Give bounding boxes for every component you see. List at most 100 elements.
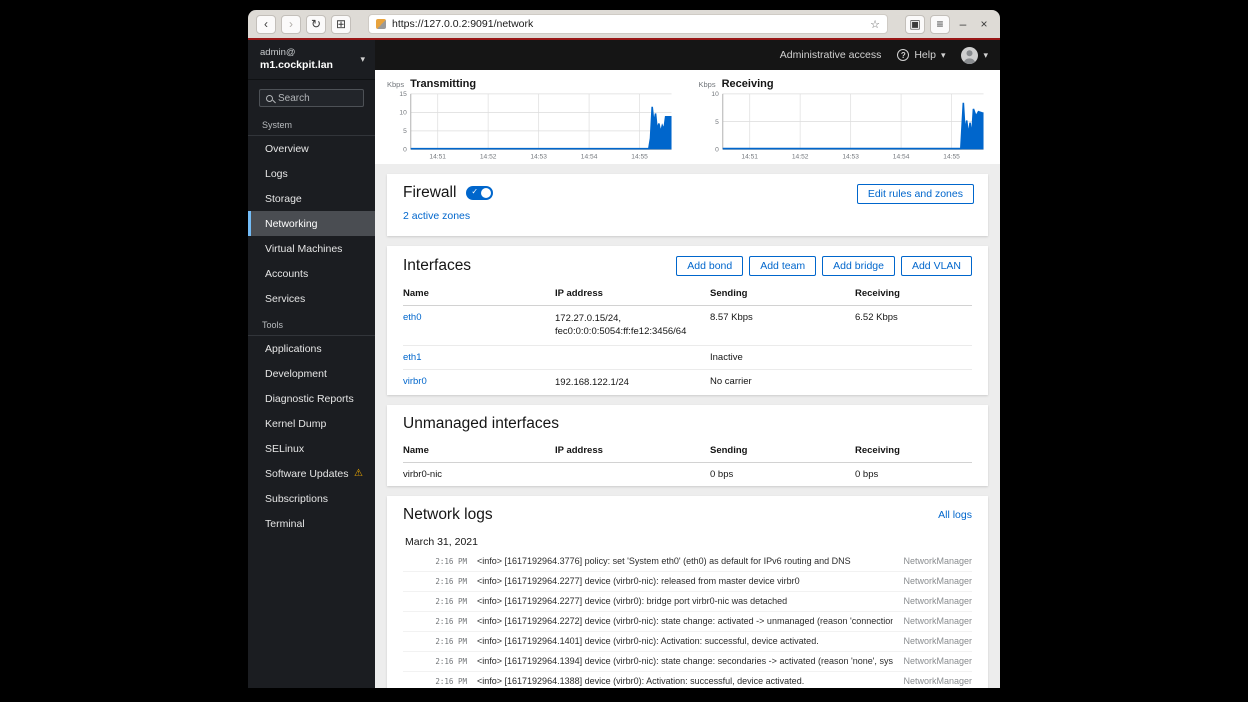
- warning-icon: ⚠: [354, 468, 363, 479]
- log-message: <info> [1617192964.1401] device (virbr0-…: [477, 636, 893, 646]
- reload-button[interactable]: ↻: [306, 15, 326, 34]
- sidebar-item[interactable]: SELinux ⚠: [248, 436, 375, 461]
- sidebar-item[interactable]: Networking ⚠: [248, 211, 375, 236]
- chart-unit-label: Kbps: [387, 80, 404, 89]
- session-menu[interactable]: ▾: [961, 47, 988, 64]
- log-date-header: March 31, 2021: [405, 536, 972, 548]
- chevron-down-icon: ▾: [360, 54, 365, 65]
- log-entry[interactable]: 2:16 PM <info> [1617192964.2277] device …: [403, 592, 972, 612]
- log-message: <info> [1617192964.2272] device (virbr0-…: [477, 616, 893, 626]
- help-menu[interactable]: ? Help ▾: [897, 49, 945, 61]
- interface-link[interactable]: eth1: [403, 352, 422, 363]
- user-menu[interactable]: admin@ m1.cockpit.lan ▾: [248, 40, 375, 80]
- nav-section: Tools Applications ⚠ Development: [248, 311, 375, 536]
- svg-text:0: 0: [715, 147, 719, 154]
- interfaces-title: Interfaces: [403, 257, 471, 275]
- back-icon: ‹: [264, 18, 268, 30]
- interface-link[interactable]: virbr0: [403, 376, 427, 387]
- networking-page: Kbps Transmitting 05101514:5114:5214:531…: [375, 70, 1000, 688]
- sidebar-item[interactable]: Subscriptions ⚠: [248, 486, 375, 511]
- interface-link[interactable]: eth0: [403, 312, 422, 323]
- reload-icon: ↻: [311, 18, 321, 30]
- log-message: <info> [1617192964.1394] device (virbr0-…: [477, 656, 893, 666]
- sidebar-item[interactable]: Overview ⚠: [248, 136, 375, 161]
- interface-sending: Inactive: [710, 352, 855, 363]
- unmanaged-interfaces-card: Unmanaged interfaces Name IP address Sen…: [387, 405, 988, 486]
- edit-rules-zones-button[interactable]: Edit rules and zones: [857, 184, 974, 204]
- administrative-access-indicator[interactable]: Administrative access: [780, 49, 882, 61]
- log-source: NetworkManager: [903, 556, 972, 566]
- minimize-button[interactable]: –: [955, 17, 971, 31]
- chevron-down-icon: ▾: [983, 50, 988, 61]
- log-message: <info> [1617192964.3776] policy: set 'Sy…: [477, 556, 893, 566]
- menu-icon: ≡: [936, 18, 943, 30]
- tab-overview-button[interactable]: ▣: [905, 15, 925, 34]
- log-entry[interactable]: 2:16 PM <info> [1617192964.2272] device …: [403, 612, 972, 632]
- search-icon: [266, 95, 273, 102]
- log-source: NetworkManager: [903, 656, 972, 666]
- transmitting-chart-plot: 05101514:5114:5214:5314:5414:55: [385, 90, 675, 162]
- log-source: NetworkManager: [903, 636, 972, 646]
- back-button[interactable]: ‹: [256, 15, 276, 34]
- hostname: m1.cockpit.lan: [260, 59, 360, 71]
- sidebar-item[interactable]: Accounts ⚠: [248, 261, 375, 286]
- active-zones-link[interactable]: 2 active zones: [403, 210, 470, 222]
- sidebar-item[interactable]: Services ⚠: [248, 286, 375, 311]
- avatar: [961, 47, 978, 64]
- new-tab-button[interactable]: ⊞: [331, 15, 351, 34]
- log-entry[interactable]: 2:16 PM <info> [1617192964.3776] policy:…: [403, 552, 972, 572]
- forward-button[interactable]: ›: [281, 15, 301, 34]
- site-security-icon[interactable]: [376, 19, 386, 29]
- sidebar: admin@ m1.cockpit.lan ▾ System: [248, 40, 375, 688]
- bookmark-icon[interactable]: ☆: [870, 18, 880, 31]
- url-text[interactable]: https://127.0.0.2:9091/network: [392, 18, 864, 30]
- add-interface-button[interactable]: Add team: [749, 256, 816, 276]
- log-entry[interactable]: 2:16 PM <info> [1617192964.1388] device …: [403, 672, 972, 688]
- svg-text:10: 10: [711, 91, 719, 98]
- sidebar-item[interactable]: Virtual Machines ⚠: [248, 236, 375, 261]
- browser-menu-button[interactable]: ≡: [930, 15, 950, 34]
- interfaces-card: Interfaces Add bond Add team Add bridge …: [387, 246, 988, 395]
- sidebar-item[interactable]: Terminal ⚠: [248, 511, 375, 536]
- log-time: 2:16 PM: [419, 637, 467, 646]
- add-interface-button[interactable]: Add bond: [676, 256, 743, 276]
- table-header: Name IP address Sending Receiving: [403, 276, 972, 306]
- sidebar-item[interactable]: Logs ⚠: [248, 161, 375, 186]
- transmitting-chart: Kbps Transmitting 05101514:5114:5214:531…: [385, 78, 675, 162]
- interface-ip: 172.27.0.15/24,: [555, 312, 710, 325]
- svg-text:0: 0: [403, 147, 407, 154]
- log-message: <info> [1617192964.2277] device (virbr0-…: [477, 576, 893, 586]
- nav-section-label: System: [248, 111, 375, 136]
- interface-name: virbr0-nic: [403, 469, 555, 480]
- sidebar-item[interactable]: Diagnostic Reports ⚠: [248, 386, 375, 411]
- log-time: 2:16 PM: [419, 657, 467, 666]
- sidebar-item[interactable]: Storage ⚠: [248, 186, 375, 211]
- url-bar[interactable]: https://127.0.0.2:9091/network ☆: [368, 14, 888, 34]
- svg-text:14:54: 14:54: [892, 154, 909, 161]
- log-entry[interactable]: 2:16 PM <info> [1617192964.1401] device …: [403, 632, 972, 652]
- svg-text:14:53: 14:53: [842, 154, 859, 161]
- sidebar-item[interactable]: Software Updates ⚠: [248, 461, 375, 486]
- username: admin@: [260, 47, 360, 58]
- receiving-chart: Kbps Receiving 051014:5114:5214:5314:541…: [697, 78, 987, 162]
- log-time: 2:16 PM: [419, 617, 467, 626]
- add-interface-button[interactable]: Add bridge: [822, 256, 895, 276]
- add-interface-button[interactable]: Add VLAN: [901, 256, 972, 276]
- search-input[interactable]: [278, 93, 357, 104]
- sidebar-item[interactable]: Applications ⚠: [248, 336, 375, 361]
- log-entry[interactable]: 2:16 PM <info> [1617192964.2277] device …: [403, 572, 972, 592]
- sidebar-search[interactable]: [259, 89, 364, 107]
- sidebar-item[interactable]: Development ⚠: [248, 361, 375, 386]
- browser-window: ‹ › ↻ ⊞ https://127.0.0.2:9091/network ☆…: [248, 10, 1000, 688]
- sidebar-item[interactable]: Kernel Dump ⚠: [248, 411, 375, 436]
- close-button[interactable]: ×: [976, 17, 992, 31]
- interfaces-actions: Add bond Add team Add bridge Add VLAN: [676, 256, 972, 276]
- log-entry[interactable]: 2:16 PM <info> [1617192964.1394] device …: [403, 652, 972, 672]
- firewall-toggle[interactable]: ✓: [466, 186, 493, 200]
- sidebar-item-label: SELinux: [265, 443, 304, 455]
- table-row: eth0 172.27.0.15/24, fec0:0:0:0:5054:ff:…: [403, 306, 972, 346]
- firewall-title: Firewall: [403, 184, 456, 202]
- sidebar-item-label: Subscriptions: [265, 493, 328, 505]
- all-logs-link[interactable]: All logs: [938, 509, 972, 521]
- masthead: Administrative access ? Help ▾ ▾: [375, 40, 1000, 70]
